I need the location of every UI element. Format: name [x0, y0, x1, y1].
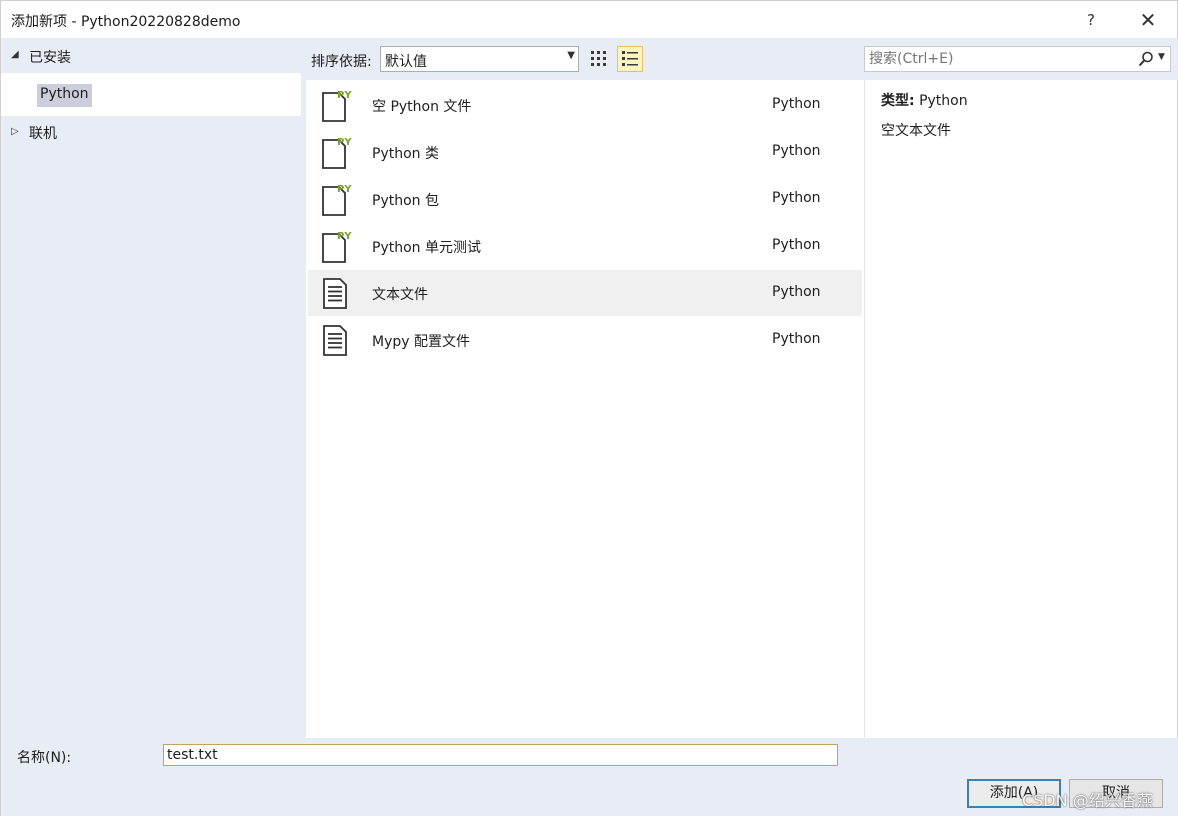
item-name: 空 Python 文件 [372, 99, 472, 115]
tree-node-label: 已安装 [29, 50, 71, 66]
python-file-icon: PY [322, 231, 352, 263]
python-file-icon: PY [322, 90, 352, 122]
list-item[interactable]: Mypy 配置文件 Python [308, 317, 862, 363]
list-item[interactable]: PY 空 Python 文件 Python [308, 82, 862, 128]
help-button[interactable]: ? [1076, 7, 1106, 33]
template-list: PY 空 Python 文件 Python PY Python 类 Python… [306, 80, 864, 738]
list-item-selected[interactable]: 文本文件 Python [308, 270, 862, 316]
item-language: Python [772, 143, 821, 159]
name-input[interactable] [163, 744, 838, 766]
name-label: 名称(N): [17, 750, 72, 766]
search-area: ▼ [864, 38, 1178, 80]
grid-view-icon [591, 51, 606, 66]
details-type: 类型: Python [881, 90, 968, 110]
list-item[interactable]: PY Python 类 Python [308, 129, 862, 175]
item-language: Python [772, 237, 821, 253]
collapsed-arrow-icon[interactable]: ▷ [11, 126, 19, 137]
expanded-arrow-icon[interactable]: ◢ [11, 49, 19, 60]
sort-label: 排序依据: [311, 54, 372, 70]
chevron-down-icon: ▼ [567, 50, 575, 61]
title-bar: 添加新项 - Python20220828demo ? ✕ [0, 0, 1178, 38]
svg-text:PY: PY [337, 90, 352, 101]
watermark: CSDN @绍兴香燕 [1022, 791, 1153, 810]
item-name: 文本文件 [372, 287, 428, 303]
item-language: Python [772, 190, 821, 206]
svg-text:PY: PY [337, 184, 352, 195]
tree-node-python-row[interactable]: Python [1, 73, 301, 116]
close-button[interactable]: ✕ [1131, 7, 1165, 33]
text-file-icon [323, 278, 347, 309]
details-type-label: 类型: [881, 93, 915, 109]
search-options-chevron-icon[interactable]: ▼ [1158, 52, 1165, 62]
item-language: Python [772, 96, 821, 112]
item-language: Python [772, 331, 821, 347]
tree-node-label: 联机 [29, 126, 57, 142]
tree-node-python[interactable]: Python [37, 84, 92, 107]
item-name: Python 单元测试 [372, 240, 481, 256]
window-title: 添加新项 - Python20220828demo [11, 14, 241, 30]
tree-node-installed[interactable]: ◢ 已安装 [1, 38, 301, 78]
search-box[interactable]: ▼ [864, 46, 1171, 72]
item-name: Mypy 配置文件 [372, 334, 470, 350]
details-pane: 类型: Python 空文本文件 [864, 80, 1178, 738]
python-file-icon: PY [322, 137, 352, 169]
list-toolbar: 排序依据: 默认值 ▼ [306, 38, 864, 80]
sort-value: 默认值 [385, 54, 427, 70]
list-item[interactable]: PY Python 包 Python [308, 176, 862, 222]
item-name: Python 类 [372, 146, 439, 162]
list-view-button[interactable] [617, 46, 643, 72]
svg-text:PY: PY [337, 231, 352, 242]
item-language: Python [772, 284, 821, 300]
svg-text:PY: PY [337, 137, 352, 148]
sort-dropdown[interactable]: 默认值 ▼ [380, 46, 579, 72]
category-tree: ◢ 已安装 Python ▷ 联机 [0, 38, 306, 738]
footer: 名称(N): 添加(A) 取消 [0, 738, 1178, 816]
search-icon[interactable] [1137, 50, 1155, 68]
grid-view-button[interactable] [586, 46, 612, 72]
python-file-icon: PY [322, 184, 352, 216]
details-description: 空文本文件 [881, 123, 951, 139]
list-view-icon [622, 51, 638, 66]
text-file-icon [323, 325, 347, 356]
search-input[interactable] [869, 50, 1127, 68]
tree-node-online[interactable]: ▷ 联机 [1, 114, 301, 154]
list-item[interactable]: PY Python 单元测试 Python [308, 223, 862, 269]
details-type-value: Python [919, 93, 968, 109]
item-name: Python 包 [372, 193, 439, 209]
